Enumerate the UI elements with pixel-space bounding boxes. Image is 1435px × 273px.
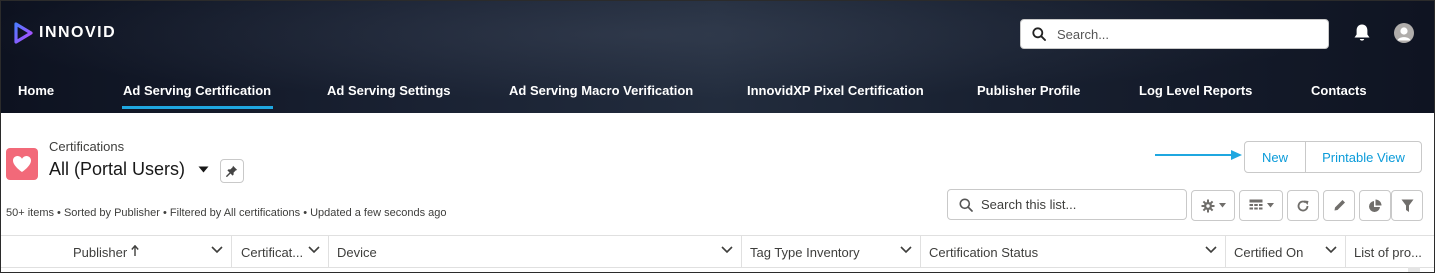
notifications-bell-icon[interactable] <box>1353 23 1371 48</box>
global-search-input[interactable] <box>1057 26 1317 42</box>
chevron-down-icon[interactable] <box>308 246 320 254</box>
list-search[interactable] <box>947 189 1187 220</box>
refresh-button[interactable] <box>1287 190 1319 221</box>
sort-ascending-icon[interactable] <box>131 245 139 256</box>
nav-item-publisher-profile[interactable]: Publisher Profile <box>977 83 1080 98</box>
app-frame: INNOVID Home Ad Serving Certification <box>0 0 1435 273</box>
logo-text: INNOVID <box>39 24 117 41</box>
chevron-down-icon[interactable] <box>721 246 733 254</box>
callout-arrow-icon <box>1155 150 1242 160</box>
column-label: Certified On <box>1234 244 1304 260</box>
nav-item-innovidxp-pixel-certification[interactable]: InnovidXP Pixel Certification <box>747 83 924 98</box>
list-settings-button[interactable] <box>1191 190 1235 221</box>
chevron-down-icon[interactable] <box>1325 246 1337 254</box>
column-header-device[interactable]: Device <box>329 236 742 268</box>
filter-icon <box>1401 199 1413 212</box>
user-icon <box>1397 27 1411 41</box>
nav-item-ad-serving-settings[interactable]: Ad Serving Settings <box>327 83 451 98</box>
caret-down-icon[interactable] <box>198 166 209 173</box>
pin-icon <box>226 165 238 177</box>
column-header-list-of-products[interactable]: List of pro... <box>1346 236 1434 268</box>
new-button[interactable]: New <box>1245 142 1306 172</box>
column-header-certificate[interactable]: Certificat... <box>232 236 329 268</box>
column-header-publisher[interactable]: Publisher <box>1 236 232 268</box>
pin-list-view-button[interactable] <box>220 159 244 183</box>
object-breadcrumb: Certifications <box>49 139 125 154</box>
chevron-down-icon[interactable] <box>1205 246 1217 254</box>
pie-chart-icon <box>1369 199 1382 212</box>
column-header-tag-type-inventory[interactable]: Tag Type Inventory <box>742 236 921 268</box>
nav-item-contacts[interactable]: Contacts <box>1311 83 1367 98</box>
column-label: Publisher <box>73 244 128 260</box>
charts-button[interactable] <box>1359 190 1391 221</box>
innovid-logo[interactable]: INNOVID <box>14 22 116 44</box>
search-icon <box>1032 27 1046 41</box>
list-view-status: 50+ items • Sorted by Publisher • Filter… <box>6 207 447 219</box>
column-header-certification-status[interactable]: Certification Status <box>921 236 1226 268</box>
nav-item-ad-serving-macro-verification[interactable]: Ad Serving Macro Verification <box>509 83 693 98</box>
chevron-down-icon[interactable] <box>900 246 912 254</box>
caret-down-icon <box>1218 203 1226 208</box>
global-header: INNOVID Home Ad Serving Certification <box>1 1 1434 113</box>
display-as-button[interactable] <box>1239 190 1283 221</box>
list-search-input[interactable] <box>981 197 1181 212</box>
search-icon <box>959 198 973 212</box>
column-label: Certification Status <box>929 244 1039 260</box>
filter-button[interactable] <box>1391 190 1423 221</box>
nav-item-log-level-reports[interactable]: Log Level Reports <box>1139 83 1252 98</box>
chevron-down-icon[interactable] <box>211 246 223 254</box>
nav-item-home[interactable]: Home <box>18 83 54 98</box>
printable-view-button[interactable]: Printable View <box>1306 142 1421 172</box>
play-logo-icon <box>14 22 33 44</box>
table-view-icon <box>1249 199 1262 210</box>
column-label: Tag Type Inventory <box>750 244 860 260</box>
list-actions: New Printable View <box>1244 141 1422 173</box>
caret-down-icon <box>1266 203 1274 208</box>
column-label: Certificat... <box>241 244 304 260</box>
gear-icon <box>1201 199 1214 212</box>
pencil-icon <box>1334 200 1345 211</box>
column-label: List of pro... <box>1354 244 1422 260</box>
list-view-selector[interactable]: All (Portal Users) <box>49 159 209 180</box>
table-scrollbar[interactable] <box>1408 267 1420 272</box>
app-nav: Home Ad Serving Certification Ad Serving… <box>1 77 1434 113</box>
list-view-name: All (Portal Users) <box>49 159 186 179</box>
refresh-icon <box>1297 200 1309 211</box>
heart-icon <box>13 156 31 172</box>
table-header: Publisher Certificat... Device Tag Type … <box>1 235 1434 268</box>
user-avatar[interactable] <box>1394 23 1414 43</box>
inline-edit-button[interactable] <box>1323 190 1355 221</box>
global-search[interactable] <box>1020 19 1329 49</box>
certifications-object-icon <box>6 148 38 180</box>
column-header-certified-on[interactable]: Certified On <box>1226 236 1346 268</box>
nav-item-ad-serving-certification[interactable]: Ad Serving Certification <box>121 83 274 109</box>
column-label: Device <box>337 244 377 260</box>
